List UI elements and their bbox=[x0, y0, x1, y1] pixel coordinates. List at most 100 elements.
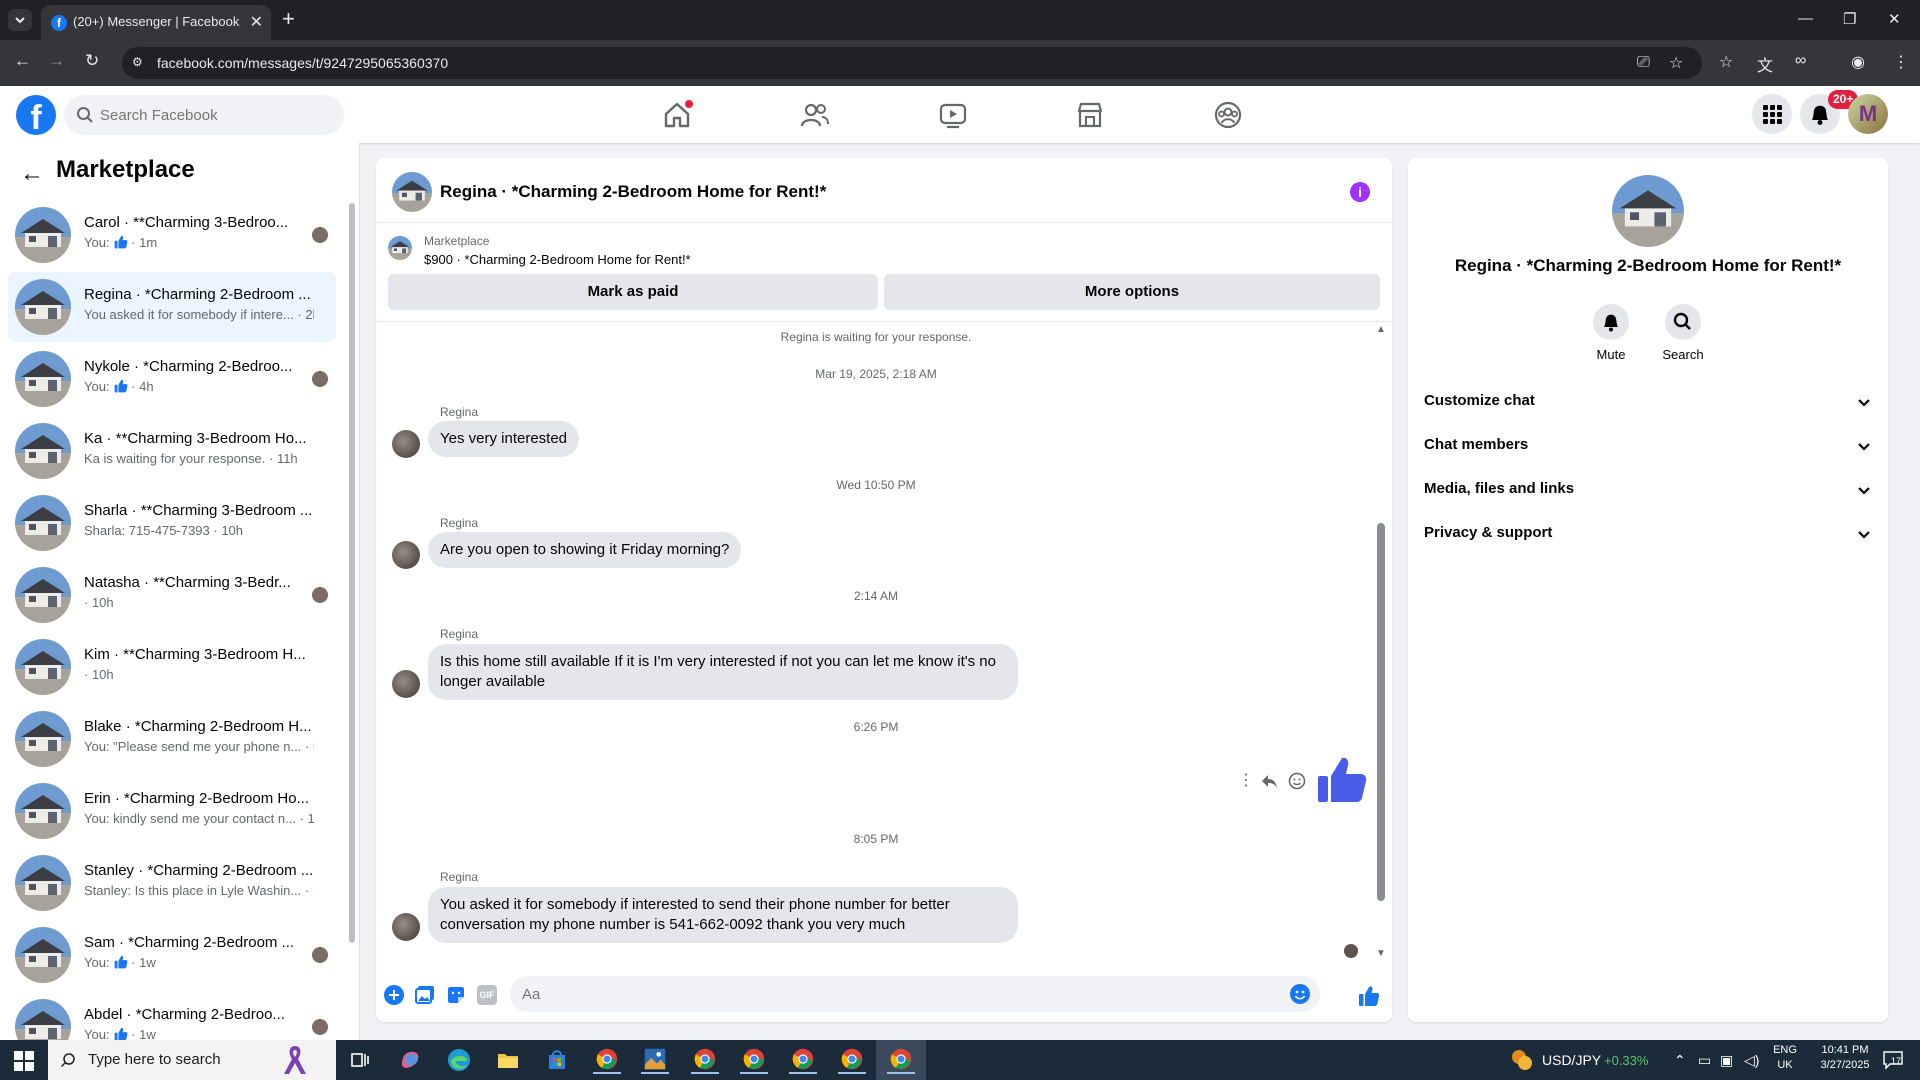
reload-icon[interactable]: ↻ bbox=[85, 51, 99, 71]
friends-icon[interactable] bbox=[800, 100, 830, 130]
photo-gallery-icon[interactable] bbox=[415, 985, 435, 1005]
profile-icon[interactable]: ◉ bbox=[1851, 52, 1865, 72]
privacy-support-section[interactable]: Privacy & support bbox=[1424, 514, 1872, 554]
sender-avatar[interactable] bbox=[392, 913, 420, 941]
account-avatar[interactable]: M bbox=[1848, 94, 1888, 134]
groups-icon[interactable] bbox=[1213, 100, 1243, 130]
menu-grid-button[interactable] bbox=[1752, 94, 1792, 134]
sticker-icon[interactable] bbox=[446, 985, 466, 1005]
ticker-symbol[interactable]: USD/JPY bbox=[1542, 1052, 1601, 1068]
volume-icon[interactable]: ◁) bbox=[1744, 1052, 1759, 1069]
add-attachment-plus-icon[interactable] bbox=[384, 985, 404, 1005]
chrome-icon[interactable] bbox=[691, 1046, 719, 1074]
message-bubble[interactable]: You asked it for somebody if interested … bbox=[428, 887, 1018, 943]
marketplace-listing-thumbnail[interactable] bbox=[388, 236, 412, 260]
conversation-item[interactable]: Erin · *Charming 2-Bedroom Ho... You: kin… bbox=[8, 776, 336, 846]
chat-members-section[interactable]: Chat members bbox=[1424, 426, 1872, 466]
sender-avatar[interactable] bbox=[392, 430, 420, 458]
link-icon[interactable]: ∞ bbox=[1795, 52, 1806, 70]
copilot-icon[interactable] bbox=[396, 1046, 424, 1074]
translate-icon[interactable]: 文 bbox=[1757, 52, 1773, 76]
conversation-item[interactable]: Abdel · *Charming 2-Bedroo... You: · 1w bbox=[8, 992, 336, 1040]
new-tab-button[interactable]: + bbox=[282, 8, 295, 30]
more-options-button[interactable]: More options bbox=[884, 274, 1380, 310]
show-hidden-icons-chevron-up-icon[interactable]: ⌃ bbox=[1674, 1052, 1686, 1069]
sent-like-thumbs-up-icon[interactable] bbox=[1316, 754, 1368, 806]
sender-avatar[interactable] bbox=[392, 670, 420, 698]
install-app-icon[interactable]: ⎚ bbox=[1637, 54, 1650, 72]
details-listing-thumbnail[interactable] bbox=[1612, 175, 1684, 247]
mark-as-paid-button[interactable]: Mark as paid bbox=[388, 274, 878, 310]
scroll-up-icon[interactable]: ▲ bbox=[1376, 324, 1386, 335]
favorites-icon[interactable]: ☆ bbox=[1719, 52, 1733, 72]
task-view-icon[interactable] bbox=[346, 1046, 374, 1074]
search-in-chat-button[interactable]: Search bbox=[1653, 304, 1713, 362]
send-like-thumbs-up-icon[interactable] bbox=[1358, 985, 1380, 1007]
react-emoji-icon[interactable] bbox=[1288, 772, 1306, 790]
mute-button[interactable]: Mute bbox=[1581, 304, 1641, 362]
info-icon[interactable]: i bbox=[1350, 182, 1370, 202]
forward-icon[interactable]: → bbox=[48, 51, 65, 71]
message-bubble[interactable]: Are you open to showing it Friday mornin… bbox=[428, 532, 742, 568]
scroll-down-icon[interactable]: ▼ bbox=[1376, 948, 1386, 959]
chat-listing-thumbnail[interactable] bbox=[392, 172, 432, 212]
tab-search-button[interactable] bbox=[8, 9, 32, 31]
browser-tab[interactable]: f (20+) Messenger | Facebook ✕ bbox=[41, 5, 271, 40]
site-info-icon[interactable]: ⚙ bbox=[132, 55, 146, 69]
address-bar[interactable]: ⚙ facebook.com/messages/t/92472950653603… bbox=[122, 47, 1702, 79]
back-icon[interactable]: ← bbox=[14, 51, 31, 71]
message-input[interactable] bbox=[510, 976, 1270, 1012]
action-center-button[interactable]: 17 bbox=[1882, 1050, 1904, 1070]
taskbar-search[interactable]: Type here to search bbox=[48, 1040, 336, 1080]
facebook-search[interactable] bbox=[64, 95, 344, 135]
sidebar-scrollbar[interactable] bbox=[349, 203, 355, 943]
photo-app-icon[interactable] bbox=[641, 1046, 669, 1074]
bookmark-star-icon[interactable]: ☆ bbox=[1669, 53, 1683, 73]
conversation-item[interactable]: Nykole · *Charming 2-Bedroo... You: · 4h bbox=[8, 344, 336, 414]
more-actions-icon[interactable]: ⋮ bbox=[1238, 770, 1254, 790]
device-icon[interactable]: ▭ bbox=[1698, 1052, 1711, 1069]
conversation-item[interactable]: Ka · **Charming 3-Bedroom Ho... Ka is wai… bbox=[8, 416, 336, 486]
listing-price-title[interactable]: $900 · *Charming 2-Bedroom Home for Rent… bbox=[424, 252, 691, 267]
clock[interactable]: 10:41 PM 3/27/2025 bbox=[1810, 1044, 1880, 1071]
menu-icon[interactable]: ⋮ bbox=[1893, 52, 1909, 72]
facebook-logo[interactable]: f bbox=[16, 95, 56, 135]
language-indicator[interactable]: ENG UK bbox=[1770, 1044, 1800, 1071]
chrome-icon[interactable] bbox=[740, 1046, 768, 1074]
window-close-icon[interactable]: ✕ bbox=[1888, 10, 1901, 28]
conversation-item[interactable]: Natasha · **Charming 3-Bedr... · 10h bbox=[8, 560, 336, 630]
tab-close-icon[interactable]: ✕ bbox=[250, 12, 263, 32]
file-explorer-icon[interactable] bbox=[494, 1046, 522, 1074]
customize-chat-section[interactable]: Customize chat bbox=[1424, 382, 1872, 422]
conversation-item[interactable]: Kim · **Charming 3-Bedroom H... · 10h bbox=[8, 632, 336, 702]
windows-start-icon[interactable] bbox=[14, 1051, 34, 1071]
chrome-icon[interactable] bbox=[838, 1046, 866, 1074]
minimize-icon[interactable]: — bbox=[1798, 10, 1813, 27]
message-bubble[interactable]: Yes very interested bbox=[428, 421, 580, 457]
conversation-item[interactable]: Sam · *Charming 2-Bedroom ... You: · 1w bbox=[8, 920, 336, 990]
message-bubble[interactable]: Is this home still available If it is I'… bbox=[428, 644, 1018, 700]
microsoft-store-icon[interactable] bbox=[543, 1046, 571, 1074]
chrome-icon[interactable] bbox=[887, 1046, 915, 1074]
emoji-icon[interactable] bbox=[1290, 984, 1310, 1004]
conversation-item[interactable]: Blake · *Charming 2-Bedroom H... You: "Pl… bbox=[8, 704, 336, 774]
chrome-icon[interactable] bbox=[789, 1046, 817, 1074]
chat-title[interactable]: Regina · *Charming 2-Bedroom Home for Re… bbox=[440, 182, 826, 202]
chrome-icon[interactable] bbox=[593, 1046, 621, 1074]
gif-icon[interactable]: GIF bbox=[477, 985, 497, 1005]
back-arrow-icon[interactable]: ← bbox=[20, 160, 44, 188]
conversation-item[interactable]: Sharla · **Charming 3-Bedroom ... Sharla:… bbox=[8, 488, 336, 558]
edge-browser-icon[interactable] bbox=[445, 1046, 473, 1074]
search-input[interactable] bbox=[100, 95, 330, 135]
network-icon[interactable]: ▣ bbox=[1720, 1052, 1733, 1069]
reply-icon[interactable] bbox=[1260, 772, 1278, 790]
marketplace-icon[interactable] bbox=[1075, 100, 1105, 130]
sender-avatar[interactable] bbox=[392, 541, 420, 569]
conversation-item[interactable]: Carol · **Charming 3-Bedroo... You: · 1m bbox=[8, 200, 336, 270]
conversation-item[interactable]: Stanley · *Charming 2-Bedroom ... Stanley… bbox=[8, 848, 336, 918]
conversation-item[interactable]: Regina · *Charming 2-Bedroom ... You aske… bbox=[8, 272, 336, 342]
restore-icon[interactable]: ❐ bbox=[1843, 10, 1856, 28]
video-icon[interactable] bbox=[938, 100, 968, 130]
chat-scrollbar[interactable] bbox=[1377, 523, 1385, 901]
media-files-links-section[interactable]: Media, files and links bbox=[1424, 470, 1872, 510]
